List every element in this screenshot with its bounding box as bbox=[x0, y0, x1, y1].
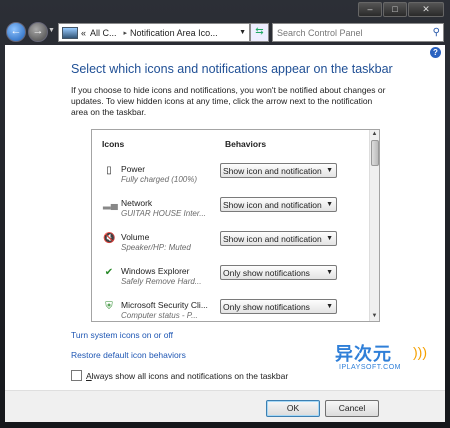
behavior-select[interactable]: Only show notifications ▼ bbox=[220, 265, 337, 280]
minimize-button[interactable]: – bbox=[358, 2, 382, 17]
turn-system-icons-link[interactable]: Turn system icons on or off bbox=[71, 330, 173, 340]
search-box[interactable]: Search Control Panel ⚲ bbox=[272, 23, 444, 42]
behavior-select[interactable]: Only show notifications ▼ bbox=[220, 299, 337, 314]
behavior-value: Show icon and notification bbox=[223, 166, 322, 176]
network-signal-icon: ▂▄ bbox=[103, 199, 118, 210]
item-status: Fully charged (100%) bbox=[121, 175, 198, 184]
list-item: 🔇 Volume Speaker/HP: Muted Show icon and… bbox=[92, 230, 370, 264]
behavior-value: Only show notifications bbox=[223, 268, 310, 278]
breadcrumb-overflow[interactable]: « bbox=[81, 28, 86, 38]
page-title: Select which icons and notifications app… bbox=[71, 62, 393, 76]
dialog-footer: OK Cancel bbox=[5, 390, 445, 422]
breadcrumb-all-control-panel[interactable]: All C... bbox=[90, 28, 117, 38]
forward-arrow-icon: → bbox=[32, 25, 44, 37]
speaker-muted-icon: 🔇 bbox=[103, 233, 116, 244]
address-bar[interactable]: « All C... ▸ Notification Area Ico... ▼ bbox=[58, 23, 250, 42]
chevron-down-icon: ▼ bbox=[326, 167, 333, 174]
vertical-scrollbar[interactable]: ▲ ▼ bbox=[369, 130, 379, 321]
refresh-button[interactable]: ⇆ bbox=[250, 23, 269, 42]
list-item: ⛨ Microsoft Security Cli... Computer sta… bbox=[92, 298, 370, 321]
item-name: Microsoft Security Cli... bbox=[121, 300, 208, 310]
chevron-down-icon: ▼ bbox=[326, 235, 333, 242]
item-name: Network bbox=[121, 198, 153, 208]
always-show-checkbox[interactable]: Always show all icons and notifications … bbox=[71, 370, 288, 381]
security-shield-icon: ⛨ bbox=[105, 301, 113, 312]
behavior-value: Only show notifications bbox=[223, 302, 310, 312]
list-item: ▂▄ Network GUITAR HOUSE Inter... Show ic… bbox=[92, 196, 370, 230]
scroll-down-icon[interactable]: ▼ bbox=[370, 312, 379, 321]
scroll-thumb[interactable] bbox=[371, 140, 379, 166]
recent-pages-dropdown-icon[interactable]: ▼ bbox=[48, 27, 55, 34]
item-status: Safely Remove Hard... bbox=[121, 277, 202, 286]
item-status: Speaker/HP: Muted bbox=[121, 243, 191, 252]
cancel-button[interactable]: Cancel bbox=[325, 400, 379, 417]
behavior-select[interactable]: Show icon and notification ▼ bbox=[220, 163, 337, 178]
window-frame: – □ ✕ ← → ▼ « All C... ▸ Notification Ar… bbox=[0, 0, 450, 428]
breadcrumb-separator-icon[interactable]: ▸ bbox=[124, 29, 128, 37]
item-name: Volume bbox=[121, 232, 150, 242]
item-name: Power bbox=[121, 164, 146, 174]
behavior-select[interactable]: Show icon and notification ▼ bbox=[220, 197, 337, 212]
breadcrumb-notification-area[interactable]: Notification Area Ico... bbox=[130, 28, 218, 38]
behavior-select[interactable]: Show icon and notification ▼ bbox=[220, 231, 337, 246]
icons-column-header: Icons bbox=[102, 139, 125, 149]
behavior-value: Show icon and notification bbox=[223, 200, 322, 210]
forward-button[interactable]: → bbox=[28, 22, 48, 42]
behaviors-column-header: Behaviors bbox=[225, 139, 267, 149]
close-button[interactable]: ✕ bbox=[408, 2, 444, 17]
window-controls: – □ ✕ bbox=[358, 2, 444, 17]
help-icon[interactable]: ? bbox=[430, 47, 441, 58]
title-bar: – □ ✕ bbox=[0, 0, 450, 18]
list-item: ▯ Power Fully charged (100%) Show icon a… bbox=[92, 162, 370, 196]
signal-waves-icon: ))) bbox=[413, 344, 427, 360]
navigation-bar: ← → ▼ « All C... ▸ Notification Area Ico… bbox=[0, 20, 450, 44]
watermark-title: 异次元 bbox=[335, 344, 392, 364]
chevron-down-icon: ▼ bbox=[326, 201, 333, 208]
restore-defaults-link[interactable]: Restore default icon behaviors bbox=[71, 350, 186, 360]
back-button[interactable]: ← bbox=[6, 22, 26, 42]
content-area: ? Select which icons and notifications a… bbox=[5, 45, 445, 422]
checkbox-box[interactable] bbox=[71, 370, 82, 381]
refresh-icon: ⇆ bbox=[255, 26, 264, 37]
behavior-value: Show icon and notification bbox=[223, 234, 322, 244]
maximize-button[interactable]: □ bbox=[383, 2, 407, 17]
page-description: If you choose to hide icons and notifica… bbox=[71, 85, 386, 117]
chevron-down-icon: ▼ bbox=[326, 303, 333, 310]
watermark-logo: 异次元 ))) IPLAYSOFT.COM bbox=[335, 340, 445, 380]
checkbox-label: lways show all icons and notifications o… bbox=[91, 370, 289, 381]
item-status: GUITAR HOUSE Inter... bbox=[121, 209, 206, 218]
chevron-down-icon: ▼ bbox=[326, 269, 333, 276]
list-item: ✔ Windows Explorer Safely Remove Hard...… bbox=[92, 264, 370, 298]
watermark-url: IPLAYSOFT.COM bbox=[339, 364, 401, 371]
address-dropdown-icon[interactable]: ▼ bbox=[239, 29, 246, 36]
item-status: Computer status - P... bbox=[121, 311, 198, 320]
scroll-up-icon[interactable]: ▲ bbox=[370, 130, 379, 139]
ok-button[interactable]: OK bbox=[266, 400, 320, 417]
usb-device-icon: ✔ bbox=[104, 267, 114, 278]
icons-list-panel: Icons Behaviors ▯ Power Fully charged (1… bbox=[91, 129, 380, 322]
back-arrow-icon: ← bbox=[10, 25, 22, 37]
battery-icon: ▯ bbox=[106, 165, 112, 176]
item-name: Windows Explorer bbox=[121, 266, 190, 276]
search-input[interactable]: Search Control Panel bbox=[277, 28, 363, 38]
control-panel-icon bbox=[62, 26, 78, 39]
search-icon[interactable]: ⚲ bbox=[433, 27, 440, 38]
